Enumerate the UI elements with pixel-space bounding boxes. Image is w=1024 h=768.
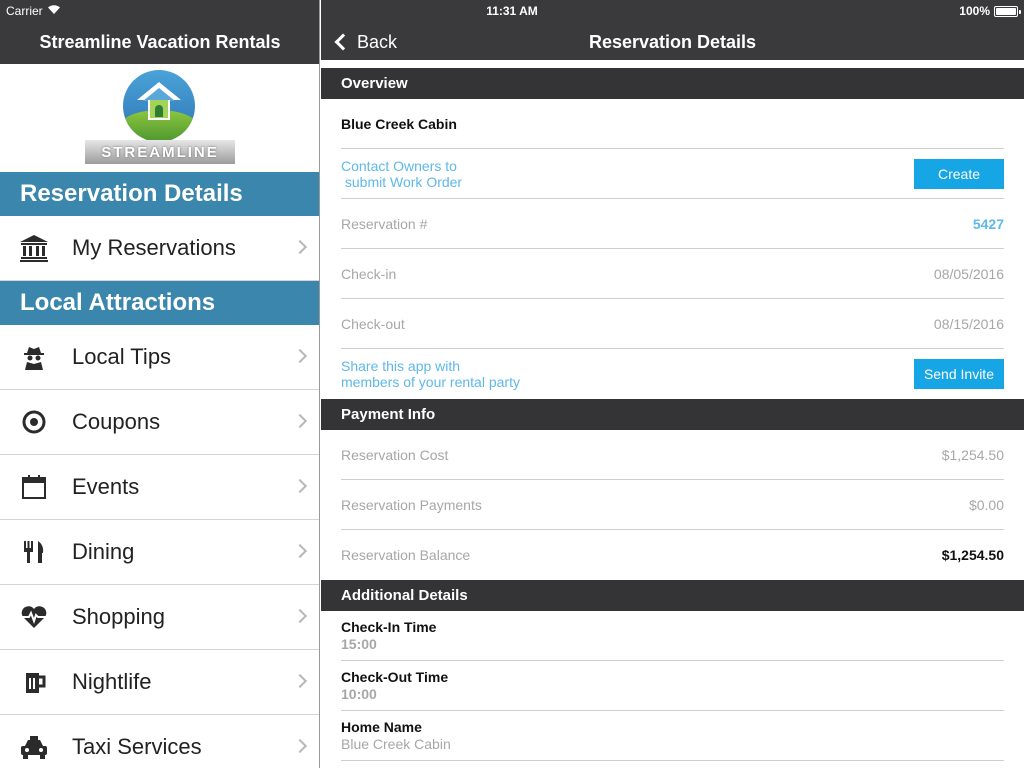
reservation-balance-value: $1,254.50	[941, 547, 1004, 563]
heartbeat-icon	[0, 585, 72, 649]
share-app-row: Share this app with members of your rent…	[341, 349, 1004, 399]
home-name-row: Home Name Blue Creek Cabin	[341, 711, 1004, 761]
property-name-row: Blue Creek Cabin	[341, 99, 1004, 149]
house-logo-icon	[123, 70, 195, 142]
logo-wordmark: STREAMLINE	[85, 140, 235, 164]
sidebar-item-label: Nightlife	[72, 669, 152, 694]
reservation-payments-row: Reservation Payments $0.00	[341, 480, 1004, 530]
reservation-cost-value: $1,254.50	[941, 446, 1004, 463]
sidebar-item-dining[interactable]: Dining	[0, 520, 319, 585]
group-header-overview: Overview	[321, 68, 1024, 99]
sidebar-item-shopping[interactable]: Shopping	[0, 585, 319, 650]
battery-icon	[994, 5, 1021, 17]
sidebar-item-label: Local Tips	[72, 344, 172, 369]
chevron-right-icon	[292, 673, 308, 689]
checkin-time-label: Check-In Time	[341, 619, 437, 635]
page-title: Reservation Details	[588, 32, 757, 52]
sidebar-item-events[interactable]: Events	[0, 455, 319, 520]
contact-owners-text: Contact Owners to submit Work Order	[341, 157, 463, 190]
chevron-right-icon	[292, 239, 308, 255]
sidebar-item-my-reservations[interactable]: My Reservations	[0, 216, 319, 281]
chevron-right-icon	[292, 608, 308, 624]
chevron-right-icon	[292, 413, 308, 429]
bank-icon	[0, 216, 72, 280]
reservation-number-value: 5427	[972, 215, 1004, 232]
home-name-value: Blue Creek Cabin	[341, 736, 451, 752]
taxi-icon	[0, 715, 72, 768]
send-invite-button[interactable]: Send Invite	[913, 359, 1004, 389]
sidebar-item-label: Shopping	[72, 604, 165, 629]
reservation-number-row: Reservation # 5427	[341, 199, 1004, 249]
sidebar-item-label: Dining	[72, 539, 135, 564]
checkout-time-label: Check-Out Time	[341, 669, 449, 685]
reservation-cost-label: Reservation Cost	[341, 446, 449, 463]
streamline-logo: STREAMLINE	[0, 64, 319, 172]
calendar-icon	[0, 455, 72, 519]
section-header-reservation-details: Reservation Details	[0, 172, 319, 216]
create-button[interactable]: Create	[914, 158, 1004, 189]
share-app-text: Share this app with members of your rent…	[341, 358, 520, 390]
sidebar-item-coupons[interactable]: Coupons	[0, 390, 319, 455]
checkout-time-row: Check-Out Time 10:00	[341, 661, 1004, 711]
checkout-label: Check-out	[341, 315, 405, 332]
checkin-label: Check-in	[341, 265, 397, 282]
contact-owners-row: Contact Owners to submit Work Order Crea…	[341, 149, 1004, 199]
fork-knife-icon	[0, 520, 72, 584]
reservation-number-label: Reservation #	[341, 215, 428, 232]
sidebar-item-label: My Reservations	[72, 235, 236, 260]
group-header-additional-details: Additional Details	[321, 580, 1024, 611]
checkout-row: Check-out 08/15/2016	[341, 299, 1004, 349]
checkin-value: 08/05/2016	[933, 265, 1004, 282]
sidebar-item-label: Coupons	[72, 409, 161, 434]
property-name: Blue Creek Cabin	[341, 115, 457, 132]
beer-icon	[0, 650, 72, 714]
group-header-payment-info: Payment Info	[321, 399, 1024, 430]
reservation-balance-label: Reservation Balance	[341, 547, 471, 563]
sidebar: Streamline Vacation Rentals STREAMLINE R…	[0, 0, 320, 768]
checkin-time-row: Check-In Time 15:00	[341, 611, 1004, 661]
sidebar-item-taxi-services[interactable]: Taxi Services	[0, 715, 319, 768]
sidebar-item-nightlife[interactable]: Nightlife	[0, 650, 319, 715]
battery-percent: 100%	[959, 4, 990, 18]
status-bar: Carrier 11:31 AM 100%	[0, 0, 1024, 22]
checkout-time-value: 10:00	[341, 686, 377, 702]
chevron-right-icon	[292, 543, 308, 559]
reservation-cost-row: Reservation Cost $1,254.50	[341, 430, 1004, 480]
sidebar-item-local-tips[interactable]: Local Tips	[0, 325, 319, 390]
reservation-payments-value: $0.00	[968, 496, 1004, 513]
checkin-row: Check-in 08/05/2016	[341, 249, 1004, 299]
detail-body: Overview Blue Creek Cabin Contact Owners…	[321, 68, 1024, 761]
app-title: Streamline Vacation Rentals	[39, 32, 281, 52]
status-time: 11:31 AM	[486, 4, 538, 18]
spy-icon	[0, 325, 72, 389]
chevron-right-icon	[292, 478, 308, 494]
chevron-right-icon	[292, 348, 308, 364]
detail-panel: Back Reservation Details Overview Blue C…	[321, 0, 1024, 768]
reservation-payments-label: Reservation Payments	[341, 496, 482, 513]
target-icon	[0, 390, 72, 454]
chevron-right-icon	[292, 738, 308, 754]
sidebar-item-label: Taxi Services	[72, 734, 202, 759]
checkout-value: 08/15/2016	[933, 315, 1004, 332]
reservation-balance-row: Reservation Balance $1,254.50	[341, 530, 1004, 580]
home-name-label: Home Name	[341, 719, 422, 735]
battery-status: 100%	[959, 4, 1021, 18]
checkin-time-value: 15:00	[341, 636, 377, 652]
sidebar-item-label: Events	[72, 474, 140, 499]
section-header-local-attractions: Local Attractions	[0, 281, 319, 325]
